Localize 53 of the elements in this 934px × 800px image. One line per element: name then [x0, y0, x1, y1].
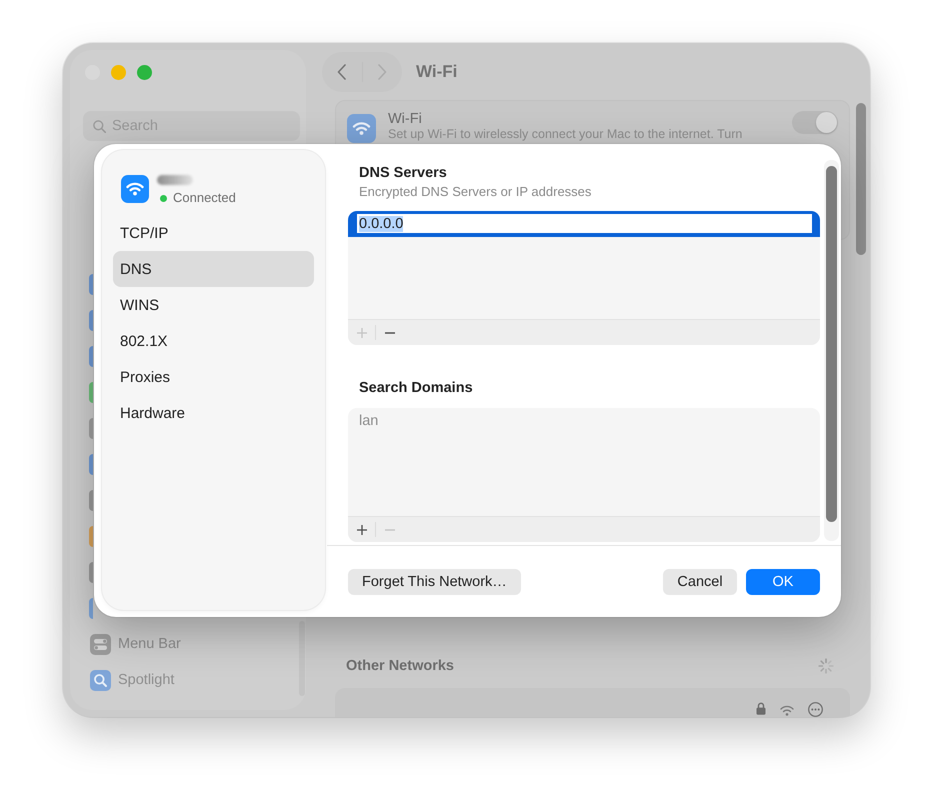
scroll-bar[interactable]	[856, 103, 866, 255]
switches-icon	[90, 634, 111, 654]
connection-status: Connected	[173, 190, 236, 206]
minus-icon	[384, 528, 394, 530]
section-title: DNS Servers	[358, 165, 448, 182]
sidebar-icon	[89, 382, 93, 402]
minus-icon	[384, 332, 394, 334]
sidebar-icon	[89, 346, 93, 366]
section-title: Other Networks	[346, 658, 454, 674]
settings-tab[interactable]: DNS	[113, 251, 314, 287]
sidebar-icon	[89, 526, 93, 546]
sidebar-icon	[89, 418, 93, 438]
page-title: Wi-Fi	[416, 62, 458, 82]
plus-icon	[356, 524, 366, 534]
section-title: Search Domains	[358, 380, 474, 397]
forget-network-button[interactable]: Forget This Network…	[348, 568, 521, 594]
sidebar-icon	[89, 598, 93, 618]
scroll-track[interactable]	[824, 160, 839, 541]
selected-entry-row[interactable]: 0.0.0.0	[348, 211, 820, 237]
chevron-left-icon	[337, 64, 346, 80]
settings-tab[interactable]: Proxies	[113, 359, 314, 395]
wifi-icon	[347, 114, 376, 143]
ok-button[interactable]: OK	[746, 568, 820, 594]
entry-edit-field[interactable]: 0.0.0.0	[357, 214, 812, 233]
spinner-icon	[818, 658, 834, 674]
plus-icon	[356, 328, 366, 338]
sidebar-icon	[89, 274, 93, 294]
sidebar-icon	[89, 454, 93, 474]
wifi-title: Wi-Fi	[388, 111, 423, 127]
wifi-icon	[780, 705, 794, 716]
magnifier-icon	[90, 670, 111, 690]
minimize-button[interactable]	[111, 65, 126, 80]
wifi-description: Set up Wi-Fi to wirelessly connect your Mac to the internet. Turn	[388, 127, 742, 141]
sidebar-icon	[89, 490, 93, 510]
wifi-icon	[121, 175, 149, 203]
status-dot-icon	[160, 194, 167, 202]
settings-tab[interactable]: WINS	[113, 287, 314, 323]
sidebar-icon	[89, 310, 93, 330]
blurred-smudge-icon	[157, 175, 193, 185]
settings-tab[interactable]: 802.1X	[113, 323, 314, 359]
cancel-button[interactable]: Cancel	[663, 568, 737, 594]
zoom-button[interactable]	[137, 65, 152, 80]
ellipsis-icon[interactable]	[808, 702, 823, 717]
settings-tab[interactable]: Hardware	[113, 395, 314, 431]
settings-tab[interactable]: TCP/IP	[113, 215, 314, 251]
scroll-thumb[interactable]	[826, 166, 837, 522]
sidebar-icon	[89, 562, 93, 582]
wifi-toggle[interactable]	[792, 111, 838, 134]
search-icon	[93, 120, 106, 133]
scroll-bar[interactable]	[299, 621, 305, 696]
chevron-right-icon	[378, 64, 387, 80]
lock-icon	[756, 702, 766, 715]
section-subtitle: Encrypted DNS Servers or IP addresses	[358, 184, 592, 199]
